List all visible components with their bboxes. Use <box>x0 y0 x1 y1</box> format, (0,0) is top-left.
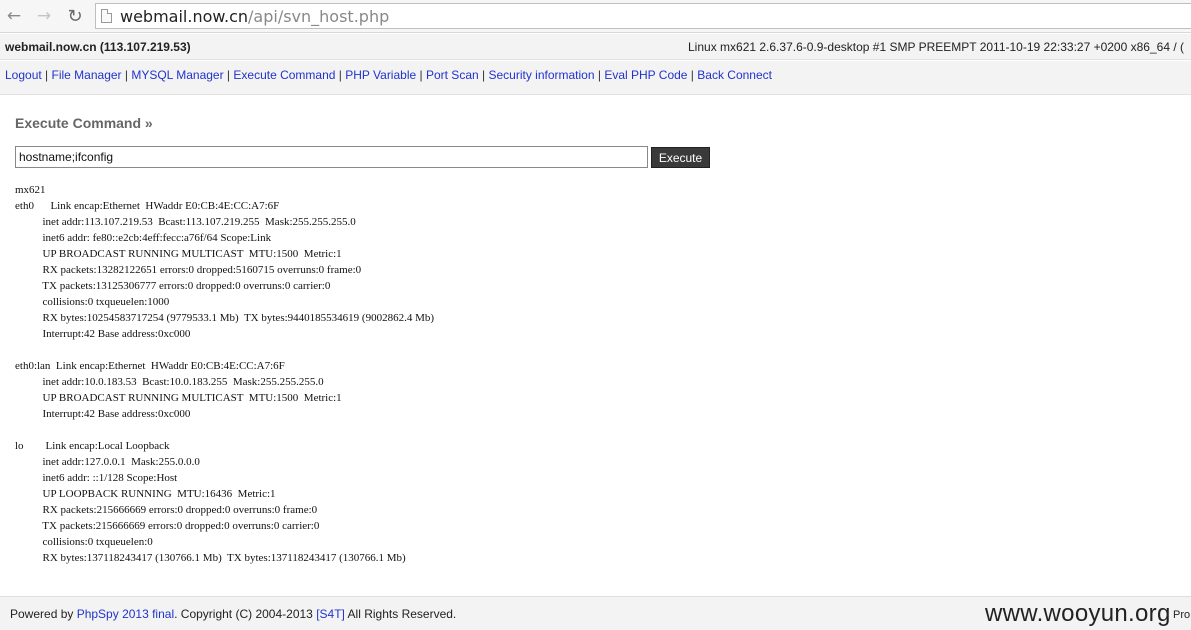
url-path: /api/svn_host.php <box>248 6 390 26</box>
footer-rights: All Rights Reserved. <box>344 607 457 621</box>
site-host-info: webmail.now.cn (113.107.219.53) <box>5 40 191 54</box>
menu-back-connect[interactable]: Back Connect <box>697 68 772 82</box>
footer-powered-by: Powered by <box>10 607 77 621</box>
footer-product-link[interactable]: PhpSpy 2013 final <box>77 607 174 621</box>
watermark: www.wooyun.org <box>985 600 1171 627</box>
menu-eval-php-code[interactable]: Eval PHP Code <box>604 68 687 82</box>
menu-logout[interactable]: Logout <box>5 68 42 82</box>
system-uname: Linux mx621 2.6.37.6-0.9-desktop #1 SMP … <box>688 40 1184 54</box>
execute-button[interactable]: Execute <box>651 147 710 168</box>
address-bar[interactable]: webmail.now.cn/api/svn_host.php <box>95 3 1191 29</box>
menu-execute-command[interactable]: Execute Command <box>233 68 335 82</box>
reload-icon[interactable]: ↻ <box>64 5 86 27</box>
footer-copyright: . Copyright (C) 2004-2013 <box>174 607 317 621</box>
main-menu: Logout | File Manager | MYSQL Manager | … <box>0 61 1191 95</box>
arrow-right-icon[interactable]: → <box>33 5 55 27</box>
menu-security-information[interactable]: Security information <box>488 68 594 82</box>
footer-clipped-text: Pro <box>1173 609 1191 621</box>
arrow-left-icon[interactable]: ← <box>3 5 25 27</box>
menu-mysql-manager[interactable]: MYSQL Manager <box>131 68 223 82</box>
footer: Powered by PhpSpy 2013 final. Copyright … <box>0 596 1191 630</box>
url-host: webmail.now.cn <box>120 6 249 26</box>
menu-file-manager[interactable]: File Manager <box>52 68 122 82</box>
browser-toolbar: ← → ↻ webmail.now.cn/api/svn_host.php <box>0 0 1191 33</box>
page-title: Execute Command » <box>15 115 153 131</box>
menu-port-scan[interactable]: Port Scan <box>426 68 479 82</box>
page-icon <box>101 9 112 23</box>
footer-team-link[interactable]: [S4T] <box>316 607 345 621</box>
command-input[interactable] <box>15 146 648 168</box>
menu-php-variable[interactable]: PHP Variable <box>345 68 416 82</box>
command-output: mx621 eth0 Link encap:Ethernet HWaddr E0… <box>15 184 435 564</box>
server-info-bar: webmail.now.cn (113.107.219.53) Linux mx… <box>0 34 1191 60</box>
